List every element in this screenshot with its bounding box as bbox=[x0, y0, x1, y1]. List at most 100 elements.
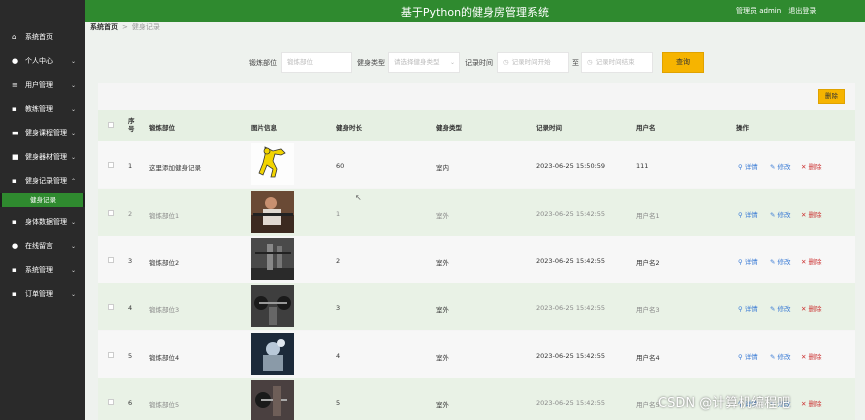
part-label: 锻炼部位 bbox=[249, 59, 277, 67]
row-time: 2023-06-25 15:42:55 bbox=[536, 210, 606, 218]
pencil-icon: ✎ bbox=[770, 163, 776, 171]
sidebar-item-records[interactable]: ▪ 健身记录管理 ⌃ bbox=[0, 171, 85, 191]
close-icon: ✕ bbox=[801, 163, 807, 171]
delete-button[interactable]: ✕ 删除 bbox=[801, 161, 821, 171]
sidebar-item-courses[interactable]: ▬ 健身课程管理 ⌄ bbox=[0, 123, 85, 143]
stick-figure-icon bbox=[251, 143, 294, 185]
sidebar-item-body-data[interactable]: ▪ 身体数据管理 ⌄ bbox=[0, 212, 85, 232]
row-index: 1 bbox=[128, 162, 133, 170]
pencil-icon: ✎ bbox=[770, 258, 776, 266]
delete-button[interactable]: ✕ 删除 bbox=[801, 303, 821, 313]
delete-button[interactable]: ✕ 删除 bbox=[801, 351, 821, 361]
close-icon: ✕ bbox=[801, 305, 807, 313]
query-button[interactable]: 查询 bbox=[662, 52, 704, 73]
grid-icon: ▪ bbox=[12, 177, 17, 185]
view-button[interactable]: ⚲ 详情 bbox=[738, 351, 758, 361]
delete-button[interactable]: ✕ 删除 bbox=[801, 209, 821, 219]
delete-button[interactable]: ✕ 删除 bbox=[801, 398, 821, 408]
row-image bbox=[251, 380, 294, 420]
edit-button[interactable]: ✎ 修改 bbox=[770, 351, 790, 361]
view-button[interactable]: ⚲ 详情 bbox=[738, 209, 758, 219]
row-duration: 1 bbox=[336, 210, 341, 218]
type-select[interactable]: 请选择健身类型 ⌄ bbox=[388, 52, 460, 73]
row-username: 111 bbox=[636, 162, 649, 170]
row-time: 2023-06-25 15:42:55 bbox=[536, 352, 606, 360]
grid-icon: ▪ bbox=[12, 290, 17, 298]
chevron-up-icon: ⌃ bbox=[70, 177, 76, 185]
row-image bbox=[251, 238, 294, 280]
row-time: 2023-06-25 15:42:55 bbox=[536, 304, 606, 312]
row-part: 锻炼部位1 bbox=[149, 212, 180, 220]
sidebar-subitem-record[interactable]: 健身记录 bbox=[0, 193, 85, 207]
row-type: 室外 bbox=[436, 259, 449, 267]
type-label: 健身类型 bbox=[357, 59, 385, 67]
search-icon: ⚲ bbox=[738, 258, 743, 266]
gym-photo bbox=[251, 238, 294, 280]
grid-icon: ▪ bbox=[12, 266, 17, 274]
row-username: 用户名3 bbox=[636, 306, 660, 314]
row-checkbox[interactable] bbox=[108, 210, 114, 216]
chevron-down-icon: ⌄ bbox=[70, 129, 76, 137]
top-header: 基于Python的健身房管理系统 管理员 admin 退出登录 bbox=[85, 0, 865, 22]
chevron-down-icon: ⌄ bbox=[70, 105, 76, 113]
chevron-down-icon: ⌄ bbox=[70, 290, 76, 298]
edit-button[interactable]: ✎ 修改 bbox=[770, 161, 790, 171]
batch-delete-button[interactable]: 删除 bbox=[818, 89, 845, 104]
start-date-input[interactable]: ◷ 记录时间开始 bbox=[497, 52, 569, 73]
sidebar-item-orders[interactable]: ▪ 订单管理 ⌄ bbox=[0, 284, 85, 304]
header-time: 记录时间 bbox=[536, 124, 562, 132]
list-icon: ≡ bbox=[12, 81, 18, 89]
header-part: 锻炼部位 bbox=[149, 124, 175, 132]
gym-photo bbox=[251, 380, 294, 420]
search-icon: ⚲ bbox=[738, 163, 743, 171]
search-icon: ⚲ bbox=[738, 305, 743, 313]
row-type: 室内 bbox=[436, 164, 449, 172]
logout-link[interactable]: 退出登录 bbox=[788, 7, 816, 15]
home-icon: ⌂ bbox=[12, 33, 17, 41]
sidebar-item-system[interactable]: ▪ 系统管理 ⌄ bbox=[0, 260, 85, 280]
row-part: 这里添加健身记录 bbox=[149, 164, 201, 172]
time-label: 记录时间 bbox=[465, 59, 493, 67]
close-icon: ✕ bbox=[801, 400, 807, 408]
row-time: 2023-06-25 15:42:55 bbox=[536, 399, 606, 407]
sidebar-item-home[interactable]: ⌂ 系统首页 bbox=[0, 27, 85, 47]
row-image bbox=[251, 191, 294, 233]
row-checkbox[interactable] bbox=[108, 352, 114, 358]
pencil-icon: ✎ bbox=[770, 353, 776, 361]
end-date-input[interactable]: ◷ 记录时间结束 bbox=[581, 52, 653, 73]
search-bar: 锻炼部位 锻炼部位 健身类型 请选择健身类型 ⌄ 记录时间 ◷ 记录时间开始 至 … bbox=[0, 52, 865, 73]
gym-photo bbox=[251, 285, 294, 327]
delete-button[interactable]: ✕ 删除 bbox=[801, 256, 821, 266]
sidebar-item-users[interactable]: ≡ 用户管理 ⌄ bbox=[0, 75, 85, 95]
sidebar-item-coaches[interactable]: ▪ 教练管理 ⌄ bbox=[0, 99, 85, 119]
view-button[interactable]: ⚲ 详情 bbox=[738, 256, 758, 266]
sidebar-item-messages[interactable]: ● 在线留言 ⌄ bbox=[0, 236, 85, 256]
view-button[interactable]: ⚲ 详情 bbox=[738, 161, 758, 171]
edit-button[interactable]: ✎ 修改 bbox=[770, 256, 790, 266]
clock-icon: ◷ bbox=[587, 58, 593, 66]
user-area: 管理员 admin 退出登录 bbox=[736, 6, 821, 16]
row-checkbox[interactable] bbox=[108, 162, 114, 168]
table-row: 3 锻炼部位2 2 室外 2023-06-25 15:42:55 用户名2 ⚲ 详… bbox=[98, 236, 855, 283]
part-input[interactable]: 锻炼部位 bbox=[281, 52, 352, 73]
edit-button[interactable]: ✎ 修改 bbox=[770, 303, 790, 313]
grid-icon: ▪ bbox=[12, 218, 17, 226]
row-checkbox[interactable] bbox=[108, 257, 114, 263]
edit-button[interactable]: ✎ 修改 bbox=[770, 209, 790, 219]
admin-label: 管理员 admin bbox=[736, 7, 782, 15]
briefcase-icon: ■ bbox=[12, 153, 19, 161]
row-type: 室外 bbox=[436, 354, 449, 362]
breadcrumb-home[interactable]: 系统首页 bbox=[90, 23, 118, 31]
row-type: 室外 bbox=[436, 212, 449, 220]
header-actions: 操作 bbox=[736, 124, 749, 132]
sidebar-item-equipment[interactable]: ■ 健身器材管理 ⌄ bbox=[0, 147, 85, 167]
row-duration: 4 bbox=[336, 352, 341, 360]
select-all-checkbox[interactable] bbox=[108, 122, 114, 128]
row-image bbox=[251, 285, 294, 327]
row-checkbox[interactable] bbox=[108, 304, 114, 310]
row-index: 2 bbox=[128, 210, 133, 218]
view-button[interactable]: ⚲ 详情 bbox=[738, 303, 758, 313]
row-image bbox=[251, 333, 294, 375]
row-checkbox[interactable] bbox=[108, 399, 114, 405]
mouse-cursor-icon: ↖ bbox=[355, 193, 362, 202]
